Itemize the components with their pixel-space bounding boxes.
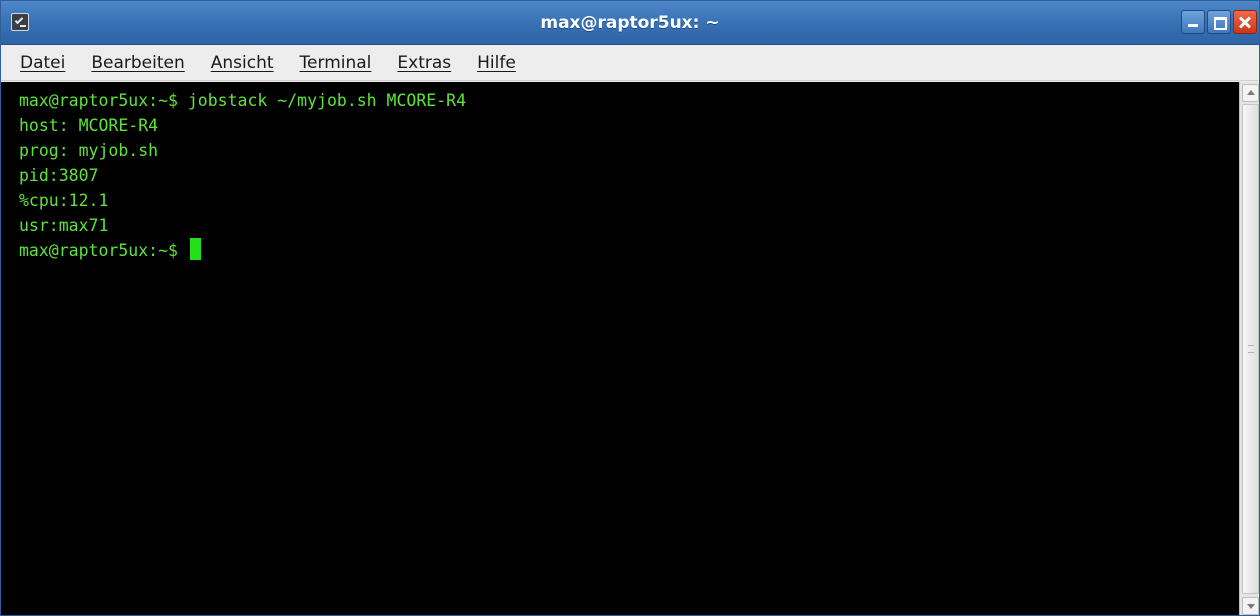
menu-terminal[interactable]: Terminal: [297, 51, 375, 75]
close-icon[interactable]: [1233, 10, 1257, 34]
menu-extras[interactable]: Extras: [394, 51, 454, 75]
prompt-text: max@raptor5ux:~$: [19, 241, 188, 260]
terminal-line: usr:max71: [19, 216, 109, 235]
terminal-line: pid:3807: [19, 166, 99, 185]
terminal-line: prog: myjob.sh: [19, 141, 159, 160]
scroll-down-icon[interactable]: [1242, 597, 1259, 615]
terminal-line: host: MCORE-R4: [19, 116, 159, 135]
prompt-line[interactable]: max@raptor5ux:~$: [19, 238, 1239, 263]
menu-ansicht[interactable]: Ansicht: [208, 51, 277, 75]
text-cursor: [189, 238, 201, 260]
menu-bar: Datei Bearbeiten Ansicht Terminal Extras…: [1, 45, 1259, 81]
menu-bearbeiten[interactable]: Bearbeiten: [88, 51, 187, 75]
minimize-icon[interactable]: [1181, 10, 1205, 34]
terminal-window: max@raptor5ux: ~ Datei Bearbeiten Ansich…: [0, 0, 1260, 616]
scroll-up-icon[interactable]: [1242, 84, 1259, 102]
title-bar[interactable]: max@raptor5ux: ~: [1, 1, 1259, 45]
terminal-output[interactable]: max@raptor5ux:~$ jobstack ~/myjob.sh MCO…: [1, 82, 1239, 615]
scroll-thumb[interactable]: [1242, 104, 1259, 594]
terminal-line: %cpu:12.1: [19, 191, 109, 210]
terminal-line: max@raptor5ux:~$ jobstack ~/myjob.sh MCO…: [19, 91, 467, 110]
maximize-icon[interactable]: [1207, 10, 1231, 34]
menu-datei[interactable]: Datei: [17, 51, 68, 75]
window-title: max@raptor5ux: ~: [540, 13, 720, 33]
vertical-scrollbar[interactable]: [1239, 82, 1259, 615]
menu-hilfe[interactable]: Hilfe: [474, 51, 519, 75]
